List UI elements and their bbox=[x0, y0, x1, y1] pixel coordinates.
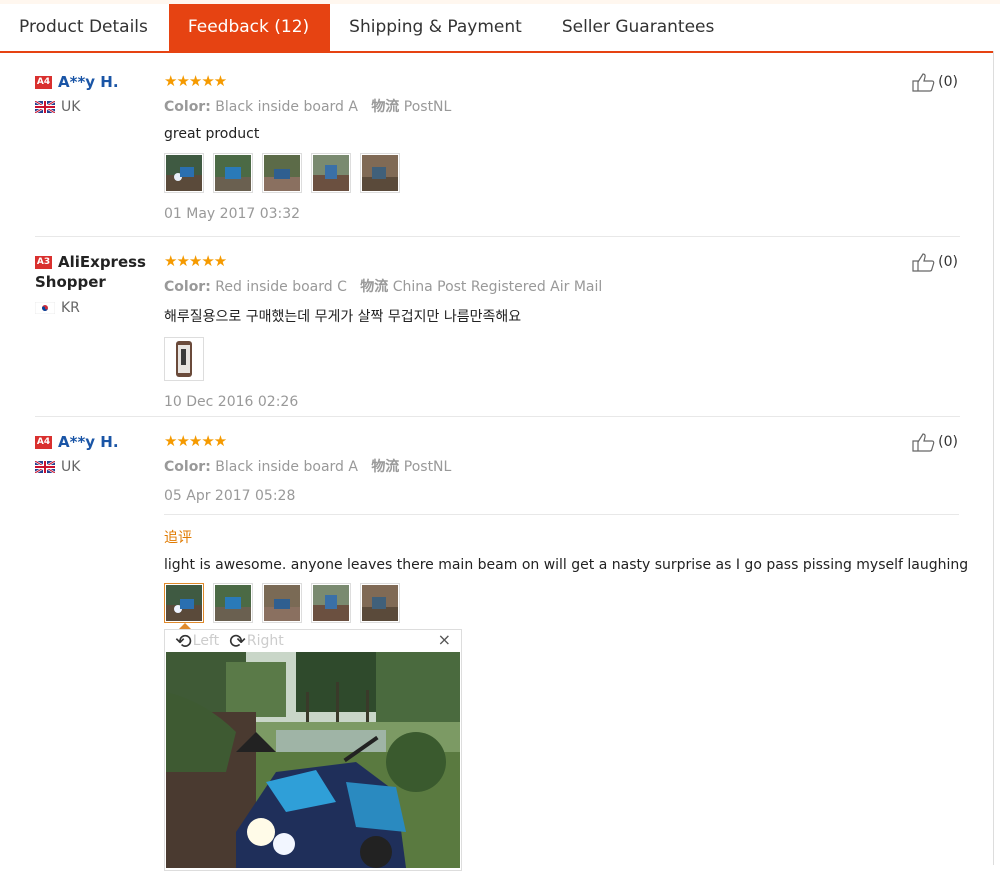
tab-feedback[interactable]: Feedback (12) bbox=[168, 4, 331, 51]
uk-flag-icon bbox=[35, 101, 55, 113]
logistics-label: 物流 bbox=[371, 99, 400, 115]
review-item: A3 AliExpress Shopper KR ★★★★★ Color: Red … bbox=[35, 252, 960, 410]
thumbs-up-icon bbox=[912, 73, 935, 92]
star-rating: ★★★★★ bbox=[164, 72, 227, 90]
divider bbox=[35, 236, 960, 237]
country-code: KR bbox=[61, 300, 80, 316]
tab-seller-guarantees[interactable]: Seller Guarantees bbox=[543, 4, 736, 51]
photo-thumbnail[interactable] bbox=[360, 153, 400, 193]
color-value: Black inside board A bbox=[215, 459, 358, 475]
helpful-button[interactable]: (0) bbox=[912, 72, 958, 92]
review-body: ★★★★★ Color: Black inside board A 物流 Pos… bbox=[164, 432, 969, 623]
star-rating: ★★★★★ bbox=[164, 432, 227, 450]
level-badge: A4 bbox=[35, 76, 52, 89]
reviewer-country: KR bbox=[35, 300, 155, 316]
color-label: Color: bbox=[164, 99, 211, 115]
image-viewer: ⟲ Left ⟳ Right × bbox=[164, 623, 462, 871]
photo-thumbnail[interactable] bbox=[262, 153, 302, 193]
review-meta: Color: Black inside board A 物流 PostNL bbox=[164, 96, 924, 116]
star-rating: ★★★★★ bbox=[164, 252, 227, 270]
color-label: Color: bbox=[164, 279, 211, 295]
logistics-label: 物流 bbox=[360, 279, 389, 295]
logistics-value: PostNL bbox=[403, 99, 452, 115]
reviewer-info: A4 A**y H. UK bbox=[35, 432, 155, 475]
logistics-value: PostNL bbox=[403, 459, 452, 475]
level-badge: A4 bbox=[35, 436, 52, 449]
photo-thumbnail[interactable] bbox=[360, 583, 400, 623]
review-photos bbox=[164, 153, 924, 193]
review-date: 10 Dec 2016 02:26 bbox=[164, 394, 299, 410]
tab-product-details[interactable]: Product Details bbox=[0, 4, 169, 51]
reviewer-info: A3 AliExpress Shopper KR bbox=[35, 252, 155, 316]
thumbs-up-icon bbox=[912, 433, 935, 452]
helpful-count: (0) bbox=[938, 434, 958, 450]
close-icon[interactable]: × bbox=[438, 630, 451, 649]
reviewer-name-line2: Shopper bbox=[35, 273, 106, 291]
kr-flag-icon bbox=[35, 302, 55, 314]
level-badge: A3 bbox=[35, 256, 52, 269]
reviewer-name[interactable]: A**y H. bbox=[58, 433, 119, 451]
review-text: 해루질용으로 구매했는데 무게가 살짝 무겁지만 나름만족해요 bbox=[164, 309, 522, 325]
helpful-button[interactable]: (0) bbox=[912, 252, 958, 272]
logistics-value: China Post Registered Air Mail bbox=[392, 279, 603, 295]
photo-thumbnail[interactable] bbox=[213, 583, 253, 623]
reviewer-name[interactable]: A**y H. bbox=[58, 73, 119, 91]
rotate-left-button[interactable]: ⟲ Left bbox=[175, 629, 219, 653]
reviewer-country: UK bbox=[35, 99, 155, 115]
review-text: great product bbox=[164, 126, 260, 142]
photo-thumbnail-selected[interactable] bbox=[164, 583, 204, 623]
rotate-right-button[interactable]: ⟳ Right bbox=[229, 629, 284, 653]
photo-thumbnail[interactable] bbox=[164, 337, 204, 381]
reviewer-info: A4 A**y H. UK bbox=[35, 72, 155, 115]
rotate-right-icon: ⟳ bbox=[229, 629, 246, 653]
enlarged-photo bbox=[166, 652, 460, 868]
followup-text: light is awesome. anyone leaves there ma… bbox=[164, 557, 969, 573]
divider bbox=[35, 416, 960, 417]
photo-thumbnail[interactable] bbox=[164, 153, 204, 193]
photo-thumbnail[interactable] bbox=[213, 153, 253, 193]
reviewer-name-line1: AliExpress bbox=[58, 253, 146, 271]
review-photos bbox=[164, 337, 924, 381]
panel-border bbox=[993, 51, 994, 865]
review-date: 01 May 2017 03:32 bbox=[164, 206, 301, 222]
review-item: A4 A**y H. UK ★★★★★ Color: Black inside b… bbox=[35, 72, 960, 222]
review-body: ★★★★★ Color: Red inside board C 物流 China… bbox=[164, 252, 924, 410]
rotate-right-label: Right bbox=[246, 633, 284, 649]
color-label: Color: bbox=[164, 459, 211, 475]
color-value: Red inside board C bbox=[215, 279, 347, 295]
review-body: ★★★★★ Color: Black inside board A 物流 Pos… bbox=[164, 72, 924, 222]
photo-thumbnail[interactable] bbox=[311, 583, 351, 623]
tab-shipping-payment[interactable]: Shipping & Payment bbox=[330, 4, 543, 51]
followup-label: 追评 bbox=[164, 530, 192, 546]
photo-thumbnail[interactable] bbox=[311, 153, 351, 193]
helpful-count: (0) bbox=[938, 254, 958, 270]
country-code: UK bbox=[61, 99, 81, 115]
followup-divider bbox=[164, 514, 959, 515]
review-date: 05 Apr 2017 05:28 bbox=[164, 488, 296, 504]
reviewer-country: UK bbox=[35, 459, 155, 475]
rotate-left-icon: ⟲ bbox=[175, 629, 192, 653]
helpful-button[interactable]: (0) bbox=[912, 432, 958, 452]
followup-photos bbox=[164, 583, 924, 623]
color-value: Black inside board A bbox=[215, 99, 358, 115]
photo-thumbnail[interactable] bbox=[262, 583, 302, 623]
helpful-count: (0) bbox=[938, 74, 958, 90]
viewer-toolbar: ⟲ Left ⟳ Right × bbox=[165, 629, 461, 653]
rotate-left-label: Left bbox=[192, 633, 220, 649]
country-code: UK bbox=[61, 459, 81, 475]
review-meta: Color: Red inside board C 物流 China Post … bbox=[164, 276, 924, 296]
review-meta: Color: Black inside board A 物流 PostNL bbox=[164, 456, 924, 476]
tab-bar: Product Details Feedback (12) Shipping &… bbox=[0, 4, 993, 53]
thumbs-up-icon bbox=[912, 253, 935, 272]
logistics-label: 物流 bbox=[371, 459, 400, 475]
uk-flag-icon bbox=[35, 461, 55, 473]
